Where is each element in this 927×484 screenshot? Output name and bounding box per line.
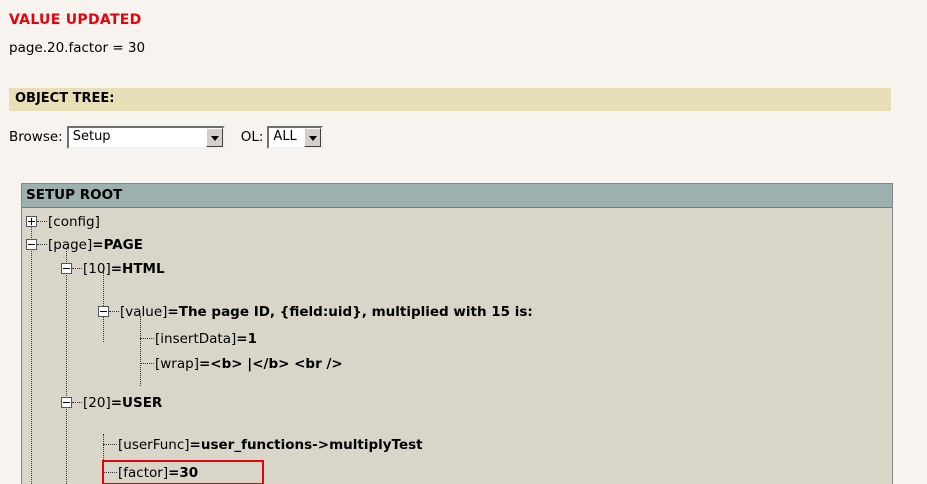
tree-node-page[interactable]: [page] =PAGE	[26, 233, 143, 256]
tree-node-insertdata[interactable]: [insertData] =1	[140, 327, 257, 350]
ol-label: OL:	[240, 129, 264, 145]
tree-node-10[interactable]: [10] =HTML	[61, 257, 165, 280]
tree-guide-line	[66, 249, 67, 484]
tree-node-value: =user_functions->multiplyTest	[189, 436, 423, 453]
browse-row: Browse: Setup OL: ALL	[9, 124, 324, 150]
tree-node-key[interactable]: [10]	[83, 261, 111, 277]
tree-node-userfunc[interactable]: [userFunc] =user_functions->multiplyTest	[103, 433, 423, 456]
tree-node-config[interactable]: [config]	[26, 210, 100, 233]
tree-node-wrap[interactable]: [wrap] =<b> |</b> <br />	[140, 352, 343, 375]
tree-node-20[interactable]: [20] =USER	[61, 391, 162, 414]
ol-select-value: ALL	[273, 128, 297, 144]
setup-tree-panel: SETUP ROOT [config] [page] =PAGE [10] =HTM…	[21, 183, 893, 484]
setup-root-header: SETUP ROOT	[22, 184, 892, 208]
tree-node-value[interactable]: [value] =The page ID, {field:uid}, multip…	[98, 300, 533, 323]
chevron-down-icon[interactable]	[205, 127, 223, 147]
tree-node-key[interactable]: [config]	[48, 214, 100, 230]
browse-label: Browse:	[9, 129, 63, 145]
tree-guide-line	[31, 226, 32, 484]
tree-node-value: =<b> |</b> <br />	[198, 355, 343, 372]
browse-select-value: Setup	[72, 128, 111, 144]
value-updated-text: page.20.factor = 30	[9, 40, 146, 56]
tree-node-value: =HTML	[110, 260, 165, 277]
tree-node-key[interactable]: [20]	[83, 395, 111, 411]
tree-node-key[interactable]: [value]	[120, 304, 167, 320]
minus-collapse-icon[interactable]	[61, 397, 72, 408]
value-updated-title: VALUE UPDATED	[9, 12, 142, 28]
object-tree-header: OBJECT TREE:	[9, 88, 891, 111]
tree-node-key[interactable]: [userFunc]	[118, 437, 190, 453]
tree-node-key[interactable]: [page]	[48, 237, 92, 253]
plus-expand-icon[interactable]	[26, 216, 37, 227]
chevron-down-icon[interactable]	[304, 127, 322, 147]
tree-node-key[interactable]: [insertData]	[155, 331, 236, 347]
ol-select[interactable]: ALL	[267, 125, 324, 149]
browse-select[interactable]: Setup	[66, 125, 225, 149]
tree-node-value: =The page ID, {field:uid}, multiplied wi…	[167, 303, 533, 320]
minus-collapse-icon[interactable]	[26, 239, 37, 250]
tree-node-value: =USER	[110, 394, 163, 411]
factor-highlight-box	[102, 460, 264, 484]
tree-node-value: =PAGE	[92, 236, 143, 253]
tree-node-key[interactable]: [wrap]	[155, 356, 199, 372]
tree-node-value: =1	[236, 330, 257, 347]
minus-collapse-icon[interactable]	[61, 263, 72, 274]
tree-body: [config] [page] =PAGE [10] =HTML [value] =T…	[22, 208, 892, 484]
minus-collapse-icon[interactable]	[98, 306, 109, 317]
